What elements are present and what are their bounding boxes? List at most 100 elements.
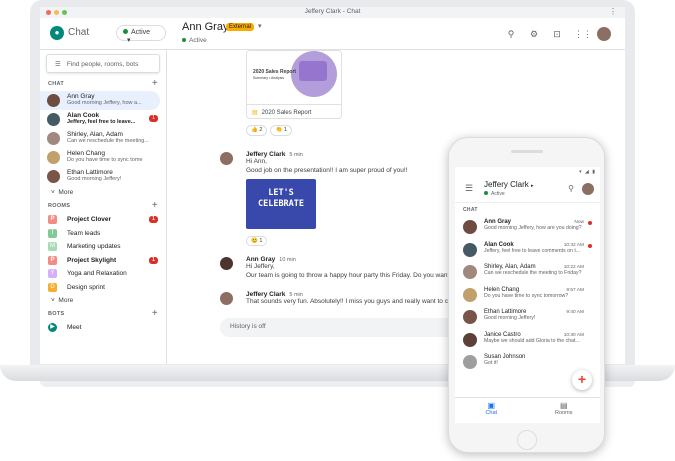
phone-chat-item[interactable]: Shirley, Alan, Adam Can we reschedule th… — [455, 261, 600, 284]
chat-preview: Good morning Jeffery, how are you doing? — [484, 225, 582, 231]
message-time: 10 min — [279, 257, 296, 263]
phone-tab-bar: ▣ Chat ▤ Rooms — [455, 397, 600, 423]
smile-reaction[interactable]: 😊 1 — [246, 236, 268, 246]
avatar — [220, 292, 233, 305]
chat-name: Shirley, Alan, Adam — [67, 131, 123, 138]
apps-icon[interactable]: ⋮⋮ — [574, 28, 592, 40]
sidebar-room-item[interactable]: D Design sprint — [40, 281, 166, 295]
sidebar-chat-item[interactable]: Ann Gray Good morning Jeffery, how a... — [40, 91, 160, 110]
chat-time: 10:22 AM — [563, 265, 584, 270]
sidebar-chat-item[interactable]: Alan Cook Jeffery, feel free to leave...… — [40, 110, 166, 129]
conversation-menu-chevron-icon[interactable]: ▾ — [258, 22, 262, 30]
sales-report-card[interactable]: 2020 Sales Report Summary • Analysis ▤ 202… — [246, 50, 342, 119]
room-name: Marketing updates — [67, 243, 121, 250]
sidebar: ☰ Find people, rooms, bots CHAT + Ann Gray… — [40, 50, 167, 364]
account-avatar[interactable] — [597, 27, 611, 41]
room-name: Yoga and Relaxation — [67, 270, 127, 277]
chat-preview: Jeffery, feel free to leave... — [67, 119, 136, 125]
message: Jeffery Clark 5 min Hi Ann, Good job on t… — [220, 151, 408, 247]
phone-home-button[interactable] — [517, 430, 537, 450]
bots-section-label: BOTS — [48, 311, 65, 317]
phone-chat-item[interactable]: Ann Gray Good morning Jeffery, how are y… — [455, 216, 600, 239]
card-reactions: 👍 2 👏 1 — [246, 125, 292, 136]
avatar — [47, 94, 60, 107]
conversation-title[interactable]: Ann Gray — [182, 21, 228, 33]
chats-more-button[interactable]: ˅ More — [40, 186, 166, 199]
avatar — [463, 332, 477, 347]
thumbs-up-reaction[interactable]: 👍 2 — [246, 125, 268, 136]
clap-reaction[interactable]: 👏 1 — [270, 125, 292, 136]
app-name: Chat — [68, 27, 90, 38]
phone-chat-item[interactable]: Janice Castro Maybe we should add Gloria… — [455, 329, 600, 352]
chat-name: Helen Chang — [67, 150, 105, 157]
chat-preview: Can we reschedule the meeting... — [67, 138, 149, 144]
phone-chat-section-header: CHAT — [463, 207, 478, 213]
phone-chat-item[interactable]: Ethan Lattimore Good morning Jeffery! 9:… — [455, 306, 600, 329]
add-bot-plus-icon[interactable]: + — [152, 307, 158, 321]
account-avatar[interactable] — [582, 183, 594, 195]
chat-name: Ann Gray — [67, 93, 95, 100]
chat-time: 10:30 AM — [563, 332, 584, 338]
feedback-icon[interactable]: ⊡ — [551, 28, 563, 40]
report-thumbnail-title: 2020 Sales Report Summary • Analysis — [253, 69, 297, 80]
avatar — [463, 265, 477, 279]
sidebar-chat-item[interactable]: Shirley, Alan, Adam Can we reschedule th… — [40, 129, 166, 148]
chat-preview: Good morning Jeffery! — [67, 176, 122, 182]
status-selector[interactable]: Active ▾ — [116, 25, 166, 44]
phone-status: Active — [484, 191, 505, 197]
settings-icon[interactable]: ⚙ — [528, 28, 540, 40]
bot-name: Meet — [67, 324, 82, 331]
avatar — [463, 287, 477, 302]
sidebar-room-item[interactable]: P Project Skylight 1 — [40, 254, 166, 268]
report-thumbnail: 2020 Sales Report Summary • Analysis — [247, 51, 341, 104]
add-chat-plus-icon[interactable]: + — [152, 77, 158, 91]
message-sender: Jeffery Clark 5 min — [246, 151, 303, 158]
search-filter-icon: ☰ — [55, 61, 61, 68]
room-name: Project Skylight — [67, 256, 117, 264]
chat-preview: Good morning Jeffery, how a... — [67, 100, 142, 106]
sidebar-room-item[interactable]: P Project Clover 1 — [40, 213, 166, 227]
bot-item-meet[interactable]: ▶ Meet — [40, 321, 166, 335]
hamburger-menu-icon[interactable]: ☰ — [465, 183, 473, 194]
phone-chat-item[interactable]: Alan Cook Jeffery, feel free to leave co… — [455, 239, 600, 262]
active-dot-icon — [182, 38, 186, 42]
window-menu-icon[interactable]: ⋮ — [609, 7, 617, 16]
window-title: Jeffery Clark - Chat — [304, 8, 361, 15]
message-text: That sounds very fun. Absolutely!! I mis… — [246, 298, 466, 305]
message: Ann Gray 10 min Hi Jeffery, Our team is g… — [220, 256, 463, 280]
room-name: Design sprint — [67, 283, 105, 291]
phone-title[interactable]: Jeffery Clark ▸ — [484, 180, 534, 189]
avatar — [47, 113, 60, 126]
conversation-status-label: Active — [189, 37, 207, 44]
new-chat-fab-button[interactable]: + — [572, 370, 592, 390]
sidebar-chat-item[interactable]: Ethan Lattimore Good morning Jeffery! — [40, 167, 166, 186]
chat-time: 9:57 AM — [566, 287, 584, 293]
compose-input[interactable]: History is off — [220, 318, 460, 337]
message-text: Our team is going to throw a happy hour … — [246, 271, 464, 279]
search-input[interactable]: ☰ Find people, rooms, bots — [46, 54, 160, 73]
avatar — [220, 257, 233, 270]
message-time: 5 min — [289, 152, 303, 158]
unread-dot-icon — [588, 221, 592, 225]
phone-chat-item[interactable]: Helen Chang Do you have time to sync tom… — [455, 284, 600, 307]
sidebar-room-item[interactable]: T Team leads — [40, 227, 166, 241]
bots-section-header: BOTS + — [40, 307, 166, 321]
add-room-plus-icon[interactable]: + — [152, 199, 158, 213]
tab-rooms[interactable]: ▤ Rooms — [528, 398, 601, 423]
rooms-more-button[interactable]: ˅ More — [40, 294, 166, 307]
avatar — [463, 242, 477, 257]
celebrate-image[interactable]: LET'S CELEBRATE — [246, 179, 316, 229]
phone-status-bar: ▾ ◢ ▮ — [579, 169, 596, 175]
sidebar-chat-item[interactable]: Helen Chang Do you have time to sync tom… — [40, 148, 166, 167]
chat-preview: Got it! — [484, 360, 498, 366]
conversation-status: Active — [182, 37, 207, 44]
search-icon[interactable]: ⚲ — [505, 28, 517, 40]
tab-chat[interactable]: ▣ Chat — [455, 398, 528, 423]
chat-time: 10:32 AM — [563, 242, 584, 248]
report-file-row: ▤ 2020 Sales Report — [247, 104, 341, 118]
search-icon[interactable]: ⚲ — [568, 184, 574, 193]
phone-screen: ▾ ◢ ▮ ☰ Jeffery Clark ▸ Active ⚲ CHAT An… — [455, 167, 600, 423]
unread-badge: 1 — [149, 115, 158, 122]
sidebar-room-item[interactable]: M Marketing updates — [40, 240, 166, 254]
sidebar-room-item[interactable]: Y Yoga and Relaxation — [40, 267, 166, 281]
